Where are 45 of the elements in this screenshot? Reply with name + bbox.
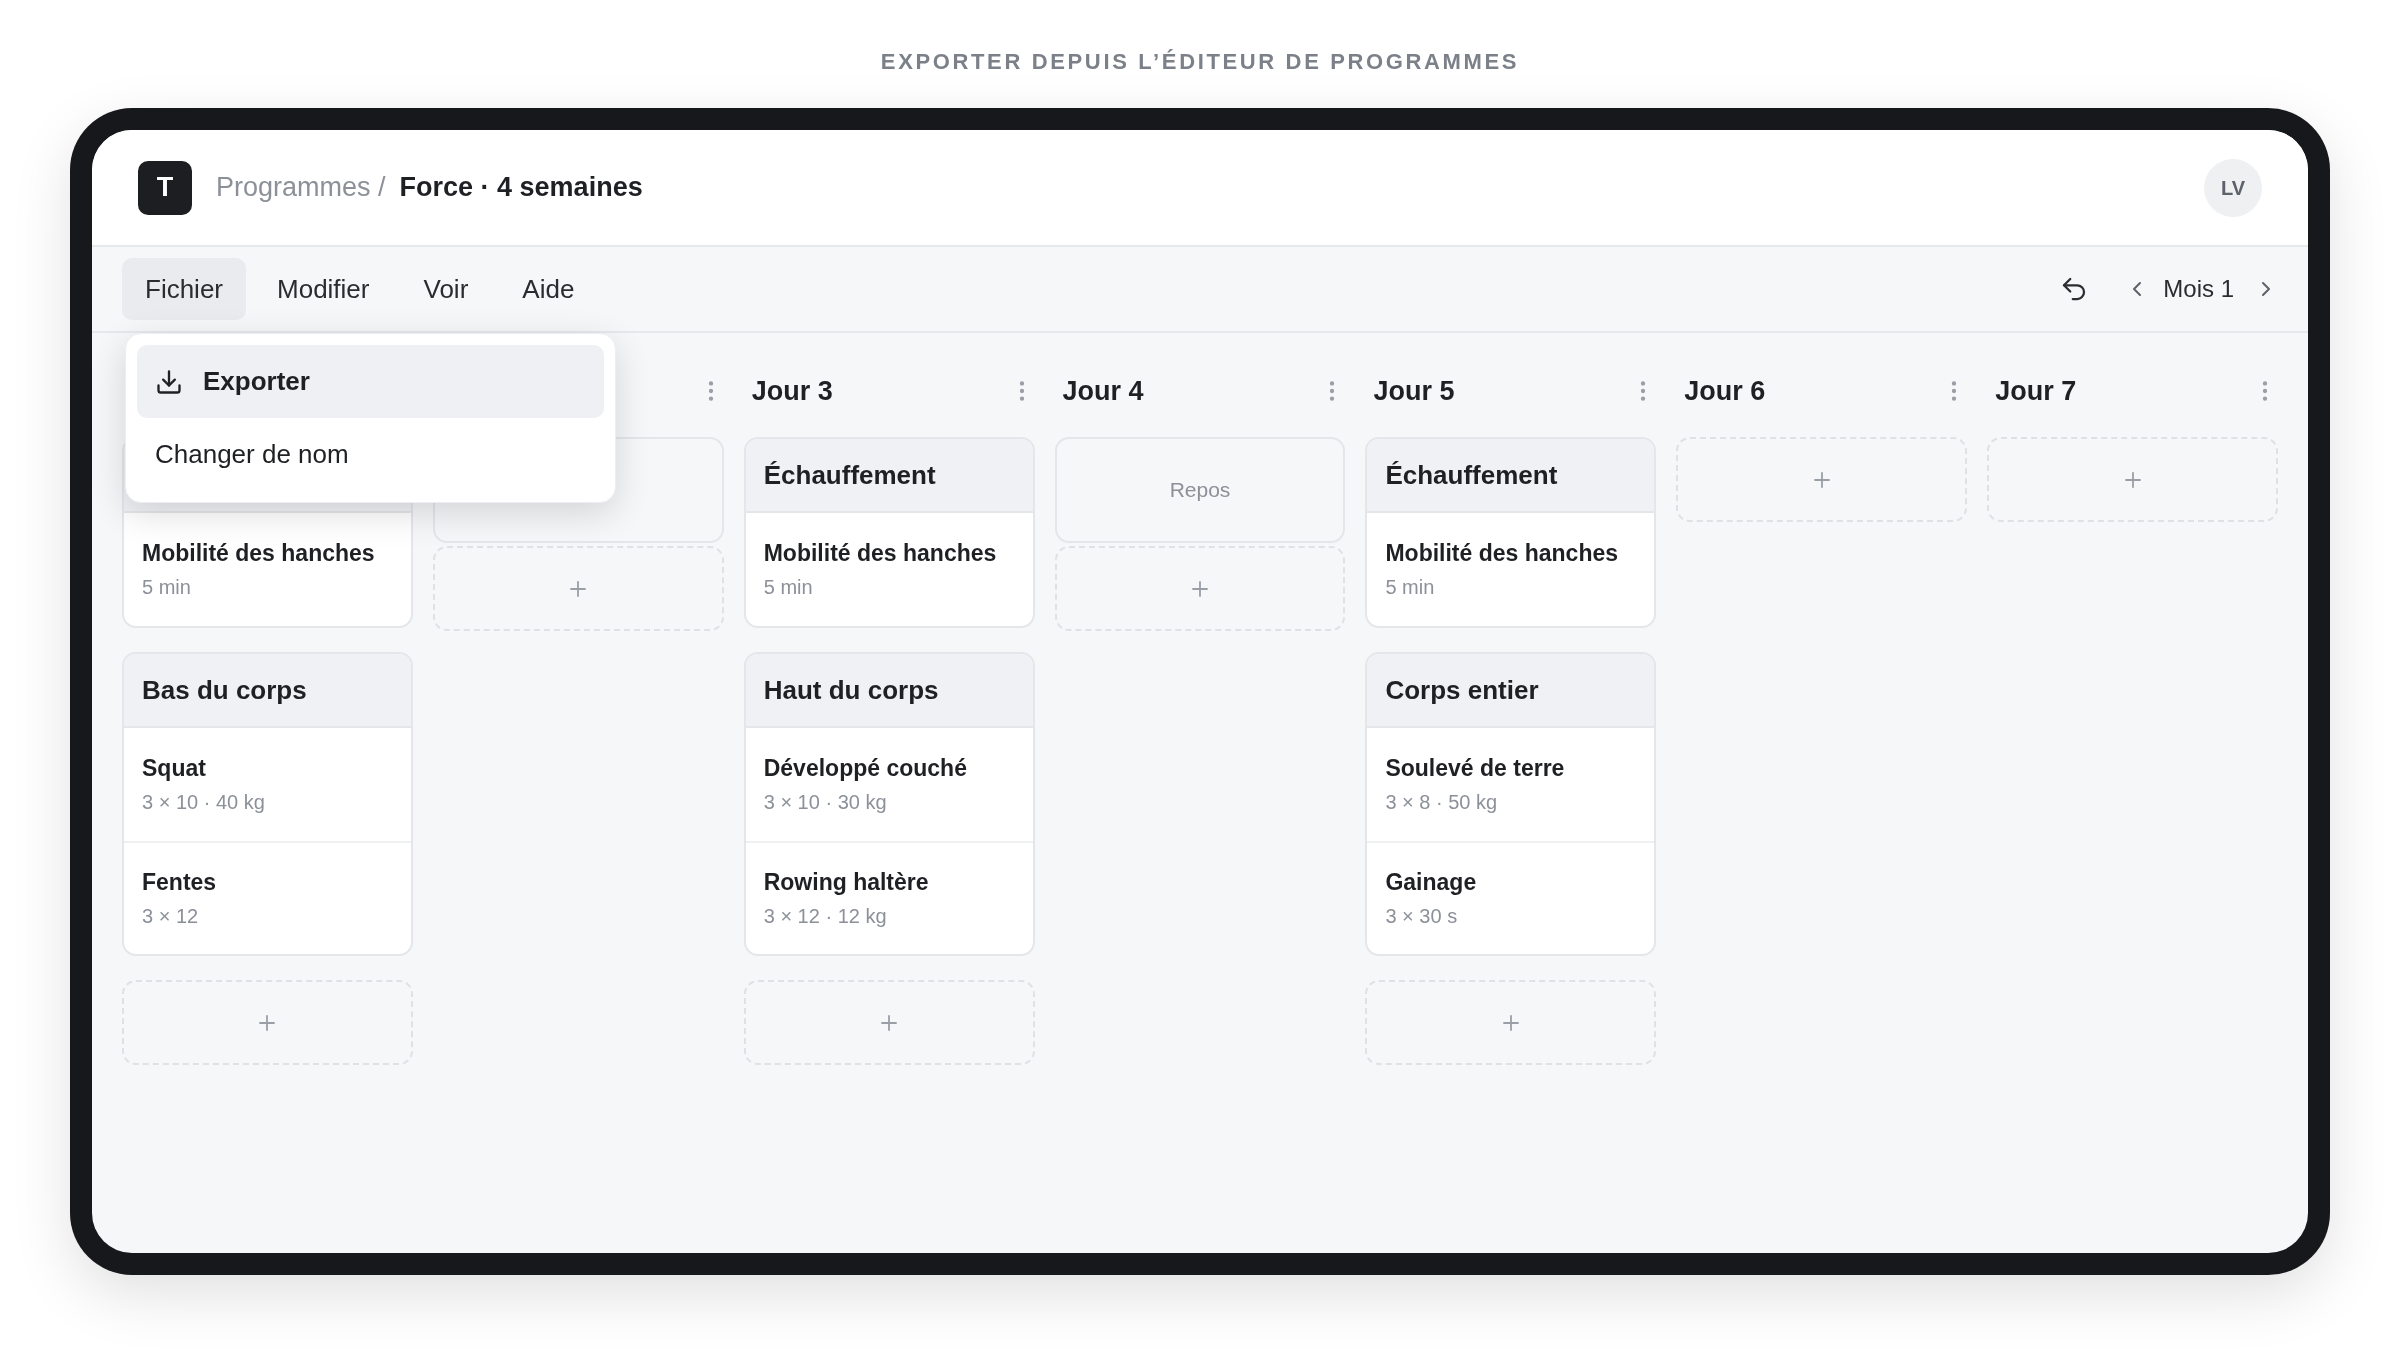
exercise-name: Mobilité des hanches — [763, 538, 998, 568]
exercise-detail: 3 × 12 · 12 kg — [763, 904, 888, 930]
exercise-name: Mobilité des hanches — [1385, 538, 1620, 568]
exercise-detail: 3 × 10 · 40 kg — [142, 790, 266, 816]
session-card[interactable]: Corps entier Soulevé de terre 3 × 8 · 50 kg Gainage 3 × 30 s — [1365, 652, 1657, 956]
day-title: Jour 7 — [1995, 374, 2077, 408]
download-icon — [155, 367, 183, 396]
exercise-detail: 3 × 30 s — [1385, 904, 1459, 930]
exercise-name: Gainage — [1385, 867, 1478, 897]
session-title: Échauffement — [1385, 458, 1558, 492]
session-title: Échauffement — [763, 458, 936, 492]
day-title: Jour 5 — [1373, 374, 1455, 408]
page-caption: EXPORTER DEPUIS L’ÉDITEUR DE PROGRAMMES — [880, 48, 1520, 76]
day-title: Jour 6 — [1684, 374, 1766, 408]
dropdown-item[interactable]: Exporter — [137, 345, 604, 418]
exercise-name: Mobilité des hanches — [142, 538, 376, 568]
exercise-detail: 5 min — [1385, 575, 1436, 601]
session-card[interactable]: Bas du corps Squat 3 × 10 · 40 kg Fentes 3 × 12 — [122, 652, 413, 956]
user-avatar[interactable]: LV — [2204, 158, 2262, 217]
session-title: Bas du corps — [142, 673, 307, 707]
session-title: Haut du corps — [763, 673, 939, 707]
exercise-detail: 5 min — [142, 575, 192, 601]
exercise-name: Squat — [142, 753, 207, 783]
menu-item[interactable]: Modifier — [254, 258, 393, 320]
session-card[interactable]: Échauffement Mobilité des hanches 5 min — [743, 437, 1035, 628]
exercise-detail: 3 × 12 — [142, 904, 200, 930]
exercise-detail: 5 min — [763, 575, 814, 601]
session-card[interactable]: Haut du corps Développé couché 3 × 10 · 30 kg Rowing haltère 3 × 12 · 12 kg — [743, 652, 1035, 956]
breadcrumb-current: Force · 4 semaines — [399, 171, 643, 205]
session-title: Corps entier — [1385, 673, 1539, 707]
exercise-detail: 3 × 8 · 50 kg — [1385, 790, 1499, 816]
rest-label: Repos — [1169, 477, 1231, 504]
exercise-name: Soulevé de terre — [1385, 753, 1566, 783]
exercise-detail: 3 × 10 · 30 kg — [763, 790, 888, 816]
exercise-name: Développé couché — [763, 753, 968, 783]
menu-item[interactable]: Voir — [400, 258, 492, 320]
app-logo[interactable]: T — [138, 160, 192, 215]
exercise-name: Fentes — [142, 867, 218, 897]
menu-item[interactable]: Fichier — [122, 258, 246, 320]
menu-item[interactable]: Aide — [499, 258, 598, 320]
period-label: Mois 1 — [2163, 274, 2234, 304]
day-title: Jour 4 — [1062, 374, 1144, 408]
day-title: Jour 3 — [751, 374, 833, 408]
exercise-name: Rowing haltère — [763, 867, 930, 897]
session-card[interactable]: Échauffement Mobilité des hanches 5 min — [1365, 437, 1657, 628]
